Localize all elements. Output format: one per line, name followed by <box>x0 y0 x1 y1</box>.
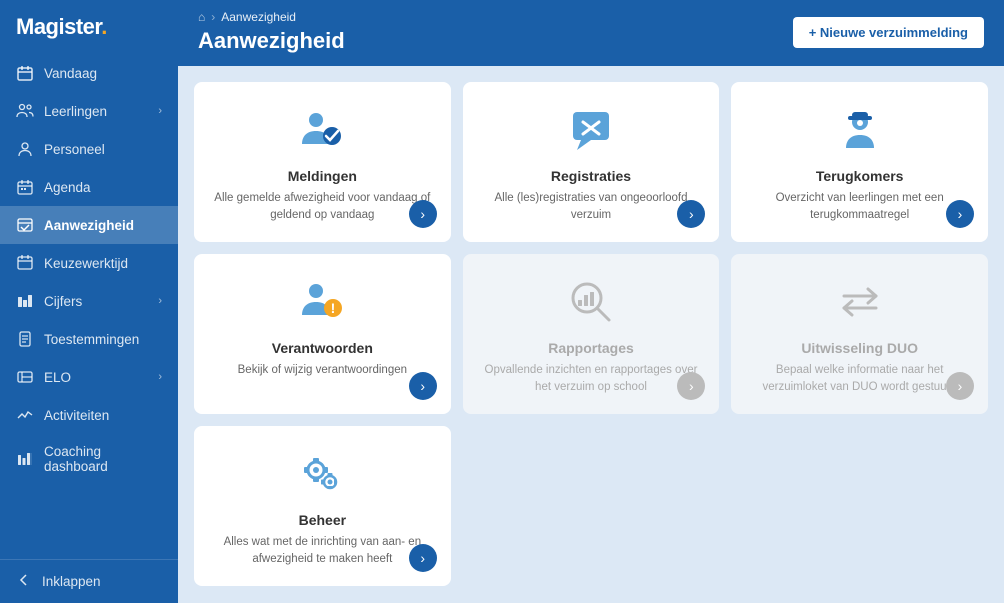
card-beheer: Beheer Alles wat met de inrichting van a… <box>194 426 451 586</box>
sidebar-item-label: Vandaag <box>44 66 97 81</box>
card-uitwisseling: Uitwisseling DUO Bepaal welke informatie… <box>731 254 988 414</box>
elo-icon <box>16 368 34 386</box>
card-uitwisseling-desc: Bepaal welke informatie naar het verzuim… <box>747 362 972 398</box>
sidebar-item-cijfers[interactable]: Cijfers › <box>0 282 178 320</box>
header: ⌂ › Aanwezigheid Aanwezigheid + Nieuwe v… <box>178 0 1004 66</box>
sidebar-item-coaching[interactable]: Coaching dashboard <box>0 434 178 484</box>
rapportages-icon <box>563 274 619 330</box>
new-verzuimmelding-button[interactable]: + Nieuwe verzuimmelding <box>793 17 984 48</box>
card-terugkomers-arrow[interactable]: › <box>946 200 974 228</box>
breadcrumb-home-icon[interactable]: ⌂ <box>198 10 205 24</box>
card-uitwisseling-title: Uitwisseling DUO <box>801 340 918 356</box>
card-verantwoorden-title: Verantwoorden <box>272 340 373 356</box>
sidebar-item-label: Cijfers <box>44 294 82 309</box>
sidebar-item-label: Coaching dashboard <box>44 444 162 474</box>
uitwisseling-icon <box>832 274 888 330</box>
card-verantwoorden-arrow[interactable]: › <box>409 372 437 400</box>
sidebar-item-aanwezigheid[interactable]: Aanwezigheid <box>0 206 178 244</box>
sidebar-item-agenda[interactable]: Agenda <box>0 168 178 206</box>
card-rapportages-title: Rapportages <box>548 340 634 356</box>
card-verantwoorden: ! Verantwoorden Bekijk of wijzig verantw… <box>194 254 451 414</box>
sidebar-item-toestemmingen[interactable]: Toestemmingen <box>0 320 178 358</box>
sidebar-item-keuzewerktijd[interactable]: Keuzewerktijd <box>0 244 178 282</box>
verantwoorden-icon: ! <box>294 274 350 330</box>
logo-text: Magister. <box>16 14 107 39</box>
collapse-label: Inklappen <box>42 574 101 589</box>
content-area: Meldingen Alle gemelde afwezigheid voor … <box>178 66 1004 603</box>
page-title: Aanwezigheid <box>198 28 345 54</box>
breadcrumb: ⌂ › Aanwezigheid <box>198 10 345 24</box>
breadcrumb-current: Aanwezigheid <box>221 10 296 24</box>
card-registraties: Registraties Alle (les)registraties van … <box>463 82 720 242</box>
person-icon <box>16 140 34 158</box>
sidebar-item-label: Toestemmingen <box>44 332 139 347</box>
sidebar-item-label: Activiteiten <box>44 408 109 423</box>
svg-text:!: ! <box>331 300 336 316</box>
card-meldingen: Meldingen Alle gemelde afwezigheid voor … <box>194 82 451 242</box>
card-registraties-desc: Alle (les)registraties van ongeoorloofd … <box>479 190 704 226</box>
meldingen-icon <box>294 102 350 158</box>
aanwezigheid-icon <box>16 216 34 234</box>
card-meldingen-arrow[interactable]: › <box>409 200 437 228</box>
card-rapportages: Rapportages Opvallende inzichten en rapp… <box>463 254 720 414</box>
sidebar-item-personeel[interactable]: Personeel <box>0 130 178 168</box>
sidebar-item-elo[interactable]: ELO › <box>0 358 178 396</box>
agenda-icon <box>16 178 34 196</box>
students-icon <box>16 102 34 120</box>
registraties-icon <box>563 102 619 158</box>
card-terugkomers-title: Terugkomers <box>816 168 904 184</box>
terugkomers-icon <box>832 102 888 158</box>
sidebar: Magister. Vandaag <box>0 0 178 603</box>
chevron-right-icon: › <box>158 295 162 307</box>
beheer-icon <box>294 446 350 502</box>
card-beheer-title: Beheer <box>299 512 346 528</box>
card-rapportages-desc: Opvallende inzichten en rapportages over… <box>479 362 704 398</box>
logo: Magister. <box>0 0 178 54</box>
card-registraties-title: Registraties <box>551 168 631 184</box>
sidebar-item-leerlingen[interactable]: Leerlingen › <box>0 92 178 130</box>
activiteiten-icon <box>16 406 34 424</box>
sidebar-item-label: Keuzewerktijd <box>44 256 128 271</box>
sidebar-item-label: ELO <box>44 370 71 385</box>
chevron-right-icon: › <box>158 371 162 383</box>
chevron-right-icon: › <box>158 105 162 117</box>
card-beheer-arrow[interactable]: › <box>409 544 437 572</box>
coaching-icon <box>16 450 34 468</box>
main-content: ⌂ › Aanwezigheid Aanwezigheid + Nieuwe v… <box>178 0 1004 603</box>
collapse-button[interactable]: Inklappen <box>16 572 162 591</box>
keuze-icon <box>16 254 34 272</box>
card-terugkomers-desc: Overzicht van leerlingen met een terugko… <box>747 190 972 226</box>
card-terugkomers: Terugkomers Overzicht van leerlingen met… <box>731 82 988 242</box>
sidebar-item-label: Agenda <box>44 180 91 195</box>
calendar-today-icon <box>16 64 34 82</box>
toestemmingen-icon <box>16 330 34 348</box>
sidebar-item-label: Leerlingen <box>44 104 107 119</box>
cijfers-icon <box>16 292 34 310</box>
sidebar-item-vandaag[interactable]: Vandaag <box>0 54 178 92</box>
card-meldingen-title: Meldingen <box>288 168 357 184</box>
sidebar-item-label: Aanwezigheid <box>44 218 134 233</box>
card-verantwoorden-desc: Bekijk of wijzig verantwoordingen <box>238 362 407 398</box>
sidebar-bottom: Inklappen <box>0 559 178 603</box>
breadcrumb-separator: › <box>211 10 215 24</box>
card-uitwisseling-arrow[interactable]: › <box>946 372 974 400</box>
sidebar-item-activiteiten[interactable]: Activiteiten <box>0 396 178 434</box>
card-meldingen-desc: Alle gemelde afwezigheid voor vandaag of… <box>210 190 435 226</box>
card-beheer-desc: Alles wat met de inrichting van aan- en … <box>210 534 435 570</box>
sidebar-item-label: Personeel <box>44 142 105 157</box>
sidebar-nav: Vandaag Leerlingen › <box>0 54 178 559</box>
collapse-icon <box>16 572 32 591</box>
header-left: ⌂ › Aanwezigheid Aanwezigheid <box>198 10 345 54</box>
cards-grid: Meldingen Alle gemelde afwezigheid voor … <box>194 82 988 586</box>
